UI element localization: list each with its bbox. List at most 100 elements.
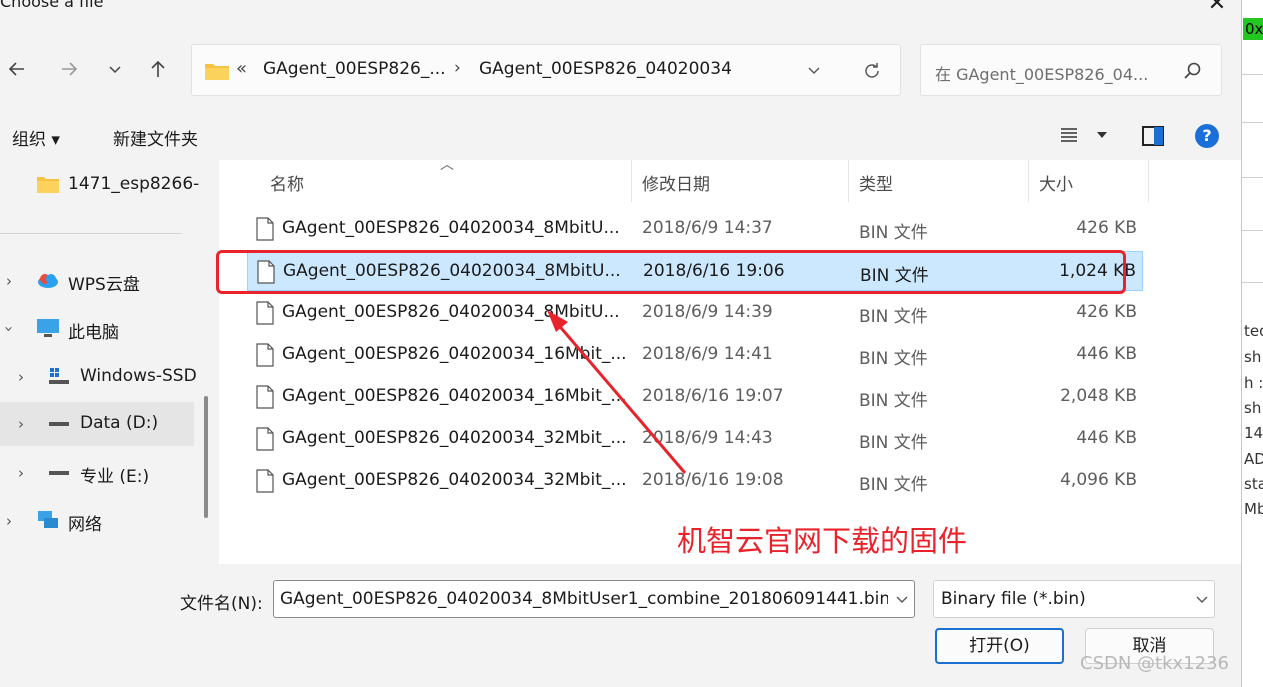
search-placeholder: 在 GAgent_00ESP826_04... <box>935 65 1149 84</box>
file-type-value: Binary file (*.bin) <box>941 589 1086 609</box>
chevron-down-icon[interactable]: › <box>0 326 18 332</box>
up-arrow-icon <box>151 60 165 77</box>
breadcrumb-parent[interactable]: GAgent_00ESP826_... <box>263 59 446 79</box>
open-button[interactable]: 打开(O) <box>935 628 1064 664</box>
breadcrumb-separator[interactable]: › <box>454 58 461 78</box>
file-row[interactable]: GAgent_00ESP826_04020034_32Mbit_... 2018… <box>247 461 1143 501</box>
navigation-pane: 1471_esp8266- › WPS云盘 › 此电脑 › Windows-SS… <box>0 160 212 564</box>
sidebar-divider <box>0 233 182 234</box>
forward-arrow-icon <box>62 62 78 76</box>
column-divider[interactable] <box>1148 160 1149 202</box>
log-text: ted <box>1244 322 1263 340</box>
file-type-select[interactable]: Binary file (*.bin) <box>933 580 1215 618</box>
chevron-right-icon[interactable]: › <box>18 415 24 433</box>
help-icon[interactable]: ? <box>1195 124 1219 148</box>
sidebar-item-label: Windows-SSD <box>80 366 197 386</box>
log-text: sh v <box>1244 348 1263 366</box>
folder-icon <box>37 177 59 193</box>
column-header-name[interactable]: 名称 <box>270 170 304 195</box>
new-folder-button[interactable]: 新建文件夹 <box>113 125 198 150</box>
sidebar-item-windows-ssd[interactable]: › Windows-SSD <box>0 355 200 399</box>
file-type: BIN 文件 <box>859 433 928 453</box>
file-type: BIN 文件 <box>859 391 928 411</box>
search-box[interactable]: 在 GAgent_00ESP826_04... <box>920 44 1222 96</box>
file-row[interactable]: GAgent_00ESP826_04020034_16Mbit_... 2018… <box>247 335 1143 375</box>
sidebar-item-label: WPS云盘 <box>68 275 140 295</box>
divider <box>1242 230 1263 231</box>
sort-ascending-icon: ︿ <box>440 157 454 173</box>
chevron-right-icon[interactable]: › <box>18 368 24 386</box>
file-row[interactable]: GAgent_00ESP826_04020034_32Mbit_... 2018… <box>247 419 1143 459</box>
sidebar-item-wps-cloud[interactable]: › WPS云盘 <box>0 259 200 303</box>
filename-value[interactable]: GAgent_00ESP826_04020034_8MbitUser1_comb… <box>280 589 888 609</box>
address-dropdown-icon[interactable] <box>806 62 822 78</box>
chevron-down-icon <box>109 66 121 74</box>
log-text: sh e <box>1244 399 1263 417</box>
file-size: 446 KB <box>1076 344 1137 364</box>
chevron-right-icon[interactable]: › <box>6 272 12 290</box>
address-bar[interactable]: « GAgent_00ESP826_... › GAgent_00ESP826_… <box>191 44 901 96</box>
column-header-type[interactable]: 类型 <box>859 170 893 195</box>
sidebar-item-data-drive[interactable]: › Data (D:) <box>0 402 194 446</box>
close-button[interactable]: ✕ <box>1203 0 1231 18</box>
file-date: 2018/6/9 14:43 <box>642 428 773 448</box>
file-date: 2018/6/16 19:08 <box>642 470 784 490</box>
column-header-date[interactable]: 修改日期 <box>642 170 710 195</box>
breadcrumb-overflow[interactable]: « <box>236 58 247 79</box>
chevron-right-icon[interactable]: › <box>6 512 12 530</box>
computer-icon <box>37 319 59 337</box>
annotation-text: 机智云官网下载的固件 <box>677 524 968 558</box>
window-title: Choose a file <box>0 0 104 11</box>
file-name: GAgent_00ESP826_04020034_32Mbit_... <box>282 428 627 448</box>
drive-icon <box>49 422 69 426</box>
refresh-icon[interactable] <box>862 61 882 81</box>
chevron-right-icon[interactable]: › <box>18 464 24 482</box>
watermark: CSDN @tkx1236 <box>1080 653 1229 674</box>
file-icon <box>256 301 274 325</box>
back-button[interactable] <box>3 55 31 83</box>
status-badge: 0x0 <box>1243 18 1263 40</box>
column-divider[interactable] <box>631 160 632 202</box>
log-text: Mb <box>1244 500 1263 518</box>
file-size: 446 KB <box>1076 428 1137 448</box>
file-row[interactable]: GAgent_00ESP826_04020034_8MbitU... 2018/… <box>247 209 1143 249</box>
sidebar-item-network[interactable]: › 网络 <box>0 499 200 543</box>
sidebar-item-folder[interactable]: 1471_esp8266- <box>0 163 200 207</box>
chevron-down-icon[interactable] <box>894 594 910 606</box>
organize-menu[interactable]: 组织 ▾ <box>12 125 60 150</box>
log-text: AD <box>1244 450 1263 468</box>
divider <box>1242 282 1263 283</box>
file-row[interactable]: GAgent_00ESP826_04020034_8MbitU... 2018/… <box>247 293 1143 333</box>
recent-locations-button[interactable] <box>101 55 129 83</box>
file-size: 4,096 KB <box>1060 470 1137 490</box>
sidebar-scrollbar[interactable] <box>204 396 208 518</box>
sidebar-item-this-pc[interactable]: › 此电脑 <box>0 307 200 351</box>
divider <box>1242 74 1263 75</box>
up-button[interactable] <box>144 55 172 83</box>
file-name: GAgent_00ESP826_04020034_16Mbit_... <box>282 386 627 406</box>
filename-field[interactable]: GAgent_00ESP826_04020034_8MbitUser1_comb… <box>273 580 915 618</box>
view-dropdown-icon[interactable] <box>1096 130 1108 140</box>
file-type: BIN 文件 <box>859 223 928 243</box>
file-row[interactable]: GAgent_00ESP826_04020034_16Mbit_... 2018… <box>247 377 1143 417</box>
file-type: BIN 文件 <box>859 307 928 327</box>
sidebar-item-label: 专业 (E:) <box>80 467 150 487</box>
sidebar-item-e-drive[interactable]: › 专业 (E:) <box>0 451 200 495</box>
column-divider[interactable] <box>1028 160 1029 202</box>
file-name: GAgent_00ESP826_04020034_16Mbit_... <box>282 344 627 364</box>
file-dialog: Choose a file ✕ « GAgent_00ESP826_... › … <box>0 0 1241 687</box>
divider <box>1242 122 1263 123</box>
background-window: 0x0 ted sh v h : sh e 14h AD sta Mb <box>1241 0 1263 687</box>
column-divider[interactable] <box>848 160 849 202</box>
network-icon <box>38 511 58 528</box>
file-type: BIN 文件 <box>859 349 928 369</box>
preview-pane-icon[interactable] <box>1141 125 1165 147</box>
sidebar-item-label: Data (D:) <box>80 413 159 433</box>
breadcrumb-current[interactable]: GAgent_00ESP826_04020034 <box>479 59 732 79</box>
back-arrow-icon <box>8 62 24 76</box>
column-header-size[interactable]: 大小 <box>1039 170 1073 195</box>
view-options-icon[interactable] <box>1058 124 1080 146</box>
file-name: GAgent_00ESP826_04020034_8MbitU... <box>282 302 620 322</box>
log-text: h : <box>1244 374 1263 392</box>
forward-button[interactable] <box>55 55 83 83</box>
